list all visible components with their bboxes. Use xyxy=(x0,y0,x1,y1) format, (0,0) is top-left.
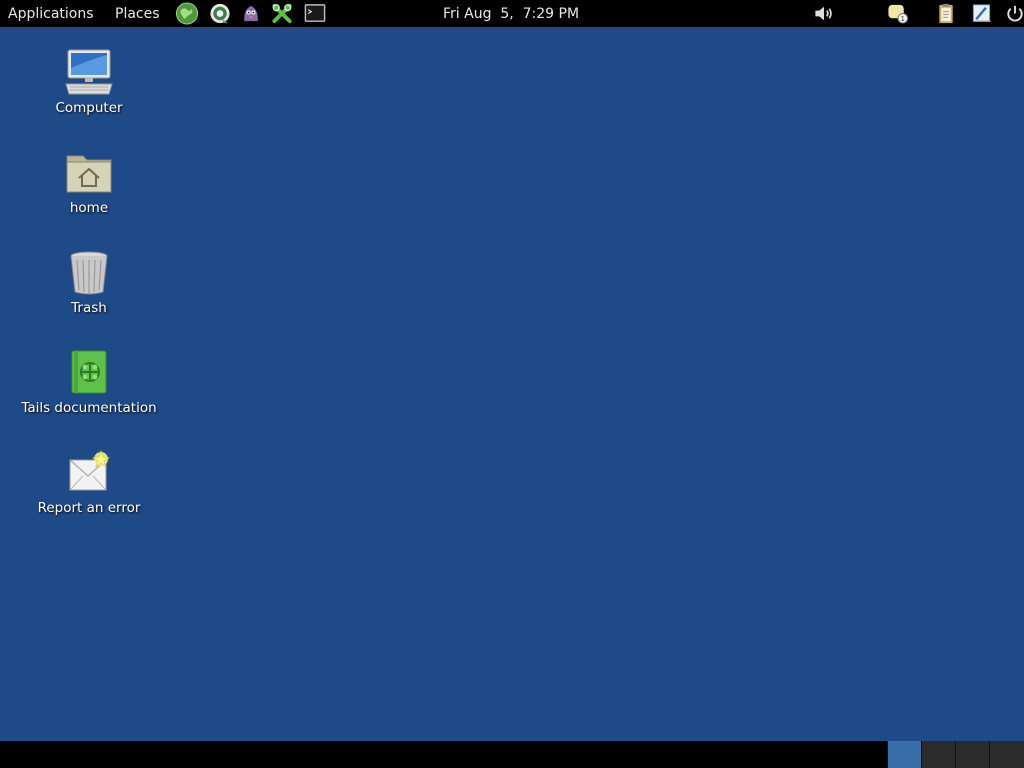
desktop-item-label: home xyxy=(69,200,109,216)
accessibility-icon[interactable] xyxy=(970,2,994,25)
computer-icon xyxy=(63,46,115,98)
globe-icon[interactable] xyxy=(175,2,199,25)
keepassx-icon[interactable] xyxy=(270,2,294,25)
home-folder-icon xyxy=(63,146,115,198)
notification-icon[interactable]: 1 xyxy=(886,2,910,25)
desktop-item-label: Tails documentation xyxy=(21,400,157,416)
places-menu[interactable]: Places xyxy=(115,0,160,27)
desktop-item-tails-documentation[interactable]: Tails documentation xyxy=(9,346,169,416)
svg-text:1: 1 xyxy=(901,15,905,23)
terminal-icon[interactable] xyxy=(303,2,327,25)
workspace-2[interactable] xyxy=(921,741,955,768)
applications-menu[interactable]: Applications xyxy=(8,0,94,27)
volume-icon[interactable] xyxy=(812,2,836,25)
desktop-item-trash[interactable]: Trash xyxy=(9,246,169,316)
desktop-item-label: Report an error xyxy=(37,500,141,516)
top-panel: Applications Places Fri Aug 5, 7:29 PM 1 xyxy=(0,0,1024,27)
workspace-1[interactable] xyxy=(887,741,921,768)
desktop-item-report-an-error[interactable]: Report an error xyxy=(9,446,169,516)
desktop-item-home[interactable]: home xyxy=(9,146,169,216)
desktop-item-label: Trash xyxy=(71,300,107,316)
workspace-3[interactable] xyxy=(955,741,989,768)
tails-doc-icon xyxy=(63,346,115,398)
clipboard-icon[interactable] xyxy=(934,2,958,25)
power-icon[interactable] xyxy=(1003,2,1024,25)
workspace-4[interactable] xyxy=(989,741,1024,768)
clock[interactable]: Fri Aug 5, 7:29 PM xyxy=(443,0,579,27)
tor-onion-icon[interactable] xyxy=(208,2,232,25)
pidgin-icon[interactable] xyxy=(239,2,263,25)
desktop-item-label: Computer xyxy=(55,100,123,116)
bottom-panel xyxy=(0,741,1024,768)
trash-icon xyxy=(63,246,115,298)
report-error-icon xyxy=(63,446,115,498)
desktop-item-computer[interactable]: Computer xyxy=(9,46,169,116)
